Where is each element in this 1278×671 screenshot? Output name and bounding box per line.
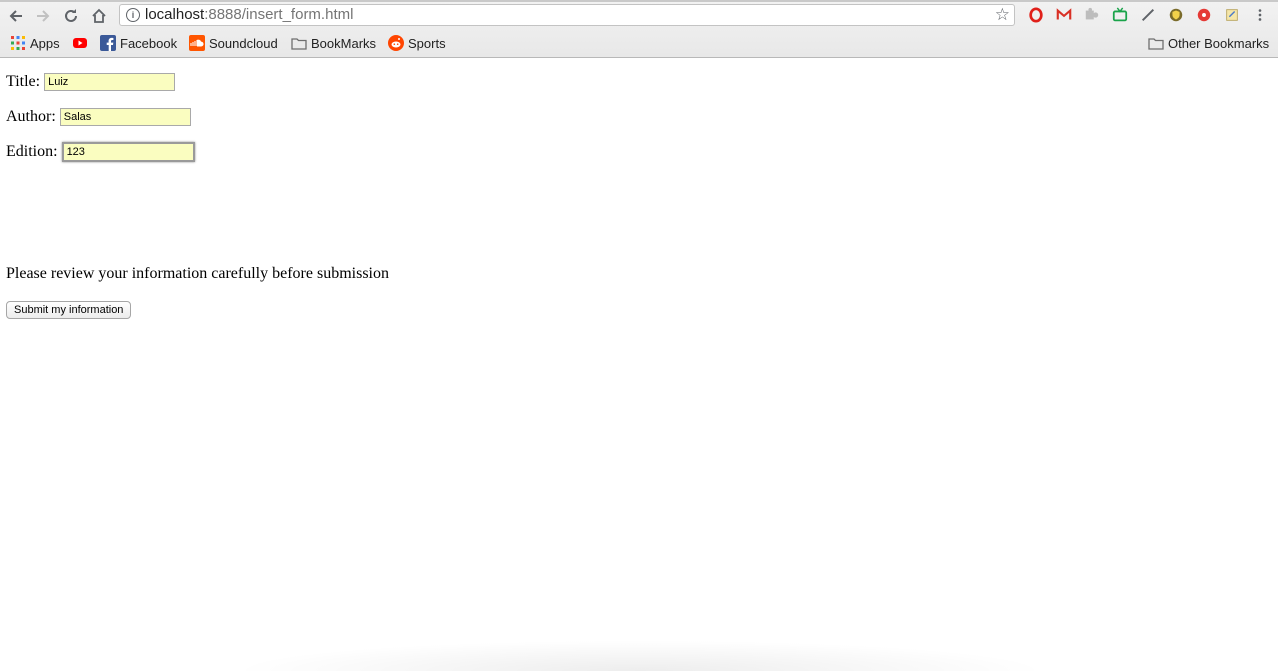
bookmark-sports[interactable]: Sports	[388, 34, 446, 52]
tv-icon[interactable]	[1111, 6, 1129, 24]
menu-icon[interactable]	[1251, 6, 1269, 24]
reload-button[interactable]	[61, 6, 81, 26]
puzzle-icon[interactable]	[1083, 6, 1101, 24]
url-host: localhost	[145, 6, 205, 23]
browser-chrome: i localhost:8888/insert_form.html ☆ Apps	[0, 0, 1278, 58]
bookmark-facebook[interactable]: Facebook	[100, 34, 177, 52]
opera-icon[interactable]	[1027, 6, 1045, 24]
back-icon	[9, 10, 22, 22]
title-label: Title:	[6, 73, 41, 90]
forward-icon	[37, 10, 50, 22]
bookmark-label: Apps	[30, 35, 60, 51]
bookmark-folder-bookmarks[interactable]: BookMarks	[291, 34, 376, 52]
title-input[interactable]	[44, 73, 176, 91]
edition-label: Edition:	[6, 143, 58, 160]
info-icon[interactable]: i	[126, 8, 140, 22]
note-icon[interactable]	[1223, 6, 1241, 24]
shield-icon[interactable]	[1167, 6, 1185, 24]
title-row: Title:	[6, 72, 176, 92]
pen-icon[interactable]	[1139, 6, 1157, 24]
address-bar[interactable]: i localhost:8888/insert_form.html ☆	[119, 4, 1015, 26]
url-text: localhost:8888/insert_form.html	[145, 6, 353, 24]
bookmark-label: BookMarks	[311, 35, 377, 51]
home-icon	[92, 8, 106, 23]
url-path: :8888/insert_form.html	[204, 6, 354, 23]
bookmark-youtube[interactable]	[72, 34, 92, 52]
gmail-icon[interactable]	[1055, 6, 1073, 24]
bookmark-soundcloud[interactable]: Soundcloud	[189, 34, 278, 52]
review-notice: Please review your information carefully…	[6, 265, 389, 282]
author-label: Author:	[6, 108, 56, 125]
reddit-icon	[388, 35, 404, 51]
youtube-icon	[73, 38, 87, 48]
bookmark-label: Soundcloud	[209, 35, 278, 51]
apps-grid-icon	[11, 36, 25, 50]
author-row: Author:	[6, 107, 191, 127]
facebook-icon	[100, 35, 116, 51]
home-button[interactable]	[89, 6, 109, 26]
bottom-shadow	[230, 640, 1050, 671]
bookmark-other-bookmarks[interactable]: Other Bookmarks	[1148, 34, 1269, 52]
bookmark-label: Other Bookmarks	[1168, 35, 1270, 51]
bookmark-label: Facebook	[120, 35, 178, 51]
back-button[interactable]	[6, 6, 26, 26]
bookmark-label: Sports	[408, 35, 446, 51]
folder-icon	[1148, 38, 1164, 50]
forward-button[interactable]	[33, 6, 53, 26]
star-icon[interactable]: ☆	[995, 6, 1010, 24]
author-input[interactable]	[59, 108, 191, 126]
soundcloud-icon	[189, 35, 205, 51]
bookmark-apps[interactable]: Apps	[10, 34, 60, 52]
submit-button[interactable]: Submit my information	[6, 301, 132, 319]
edition-row: Edition:	[6, 142, 195, 162]
folder-icon	[291, 38, 307, 50]
record-icon[interactable]	[1195, 6, 1213, 24]
edition-input[interactable]	[61, 142, 195, 162]
reload-icon	[65, 9, 77, 22]
